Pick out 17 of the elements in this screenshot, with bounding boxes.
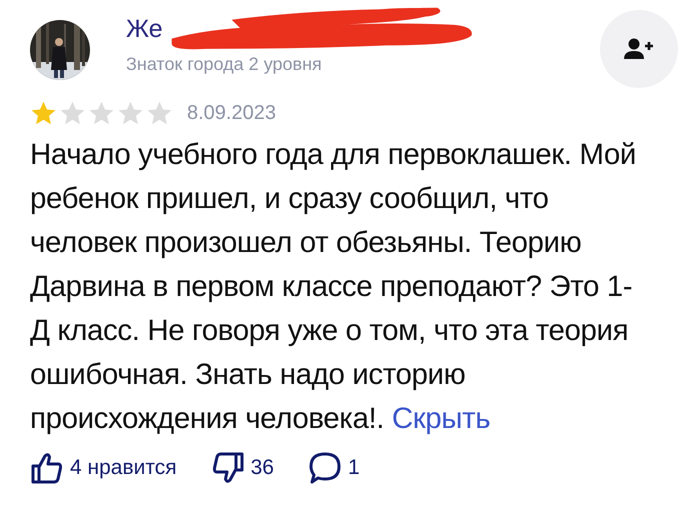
review-text: Начало учебного года для первоклашек. Мой ребенок пришел, и сразу сообщил, что человек произошел от обезьяны. Теорию Дарвина в первом классе преподают? Это 1-Д класс. Не говоря уже о том, что эта теория ошибочная. Знать надо историю происхождения человека!. Скрыть [30,137,637,437]
star-icon [88,100,115,127]
comment-icon [308,451,342,485]
author-level: Знаток города 2 уровня [126,54,323,75]
star-icon [30,100,57,127]
star-icon [117,100,144,127]
dislike-button[interactable]: 36 [210,451,274,485]
hide-link[interactable]: Скрыть [392,402,490,435]
like-button[interactable]: 4 нравится [30,451,177,485]
star-icon [59,100,86,127]
comment-button[interactable]: 1 [308,451,360,485]
author-name[interactable]: Же [126,15,163,43]
star-icon [146,100,173,127]
thumbs-down-icon [210,451,245,485]
thumbs-up-icon [30,451,64,485]
add-user-icon [624,38,654,60]
review-date: 8.09.2023 [187,102,276,125]
